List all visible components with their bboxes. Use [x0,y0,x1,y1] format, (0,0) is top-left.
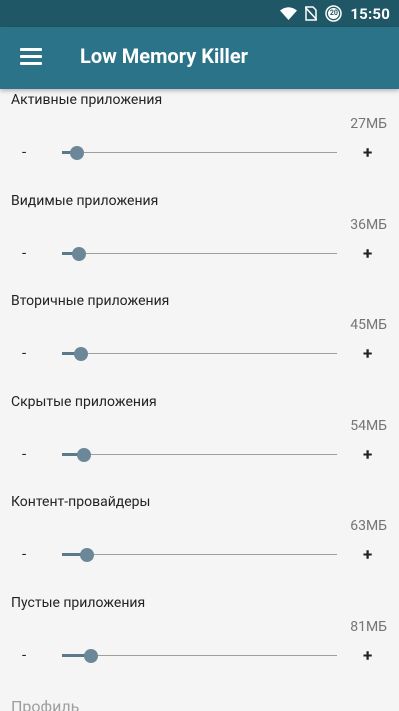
setting-title: Видимые приложения [11,193,159,209]
setting-value: 45МБ [350,317,387,333]
increase-button[interactable]: + [363,142,379,164]
setting-value: 36МБ [350,217,387,233]
decrease-button[interactable]: - [22,243,36,263]
memory-slider[interactable] [62,146,337,160]
setting-title: Скрытые приложения [11,394,157,410]
increase-button[interactable]: + [363,243,379,265]
settings-list: Активные приложения 27МБ - + Видимые при… [0,89,399,711]
app-bar: Low Memory Killer [0,27,399,89]
slider-thumb[interactable] [77,448,91,462]
slider-track [62,152,337,153]
setting-hidden-apps[interactable]: Скрытые приложения 54МБ - + [0,394,399,494]
slider-track [62,353,337,354]
slider-track [62,554,337,555]
hamburger-menu-icon[interactable] [20,48,42,66]
decrease-button[interactable]: - [22,645,36,665]
slider-thumb[interactable] [70,146,84,160]
setting-value: 63МБ [350,518,387,534]
slider-track [62,454,337,455]
slider-thumb[interactable] [74,347,88,361]
section-header-profile: Профиль [11,697,80,711]
increase-button[interactable]: + [363,444,379,466]
setting-value: 27МБ [350,116,387,132]
increase-button[interactable]: + [363,343,379,365]
decrease-button[interactable]: - [22,343,36,363]
slider-thumb[interactable] [72,247,86,261]
wifi-icon [280,6,298,21]
setting-title: Активные приложения [11,92,163,108]
decrease-button[interactable]: - [22,142,36,162]
memory-slider[interactable] [62,347,337,361]
setting-active-apps[interactable]: Активные приложения 27МБ - + [0,92,399,192]
setting-secondary-apps[interactable]: Вторичные приложения 45МБ - + [0,293,399,393]
no-sim-icon [305,6,318,21]
setting-value: 54МБ [350,418,387,434]
memory-slider[interactable] [62,548,337,562]
memory-slider[interactable] [62,247,337,261]
app-title: Low Memory Killer [80,44,248,68]
memory-slider[interactable] [62,649,337,663]
setting-title: Вторичные приложения [11,293,170,309]
increase-button[interactable]: + [363,645,379,667]
slider-thumb[interactable] [80,548,94,562]
setting-empty-apps[interactable]: Пустые приложения 81МБ - + [0,595,399,695]
status-clock: 15:50 [350,4,390,23]
increase-button[interactable]: + [363,544,379,566]
battery-level: 20 [329,9,338,17]
slider-track [62,655,337,656]
decrease-button[interactable]: - [22,544,36,564]
setting-content-providers[interactable]: Контент-провайдеры 63МБ - + [0,494,399,594]
battery-icon: 20 [325,5,343,22]
slider-thumb[interactable] [84,649,98,663]
setting-visible-apps[interactable]: Видимые приложения 36МБ - + [0,193,399,293]
slider-track [62,253,337,254]
setting-title: Пустые приложения [11,595,146,611]
decrease-button[interactable]: - [22,444,36,464]
setting-value: 81МБ [350,619,387,635]
memory-slider[interactable] [62,448,337,462]
status-bar: 20 15:50 [0,0,399,27]
setting-title: Контент-провайдеры [11,494,151,510]
